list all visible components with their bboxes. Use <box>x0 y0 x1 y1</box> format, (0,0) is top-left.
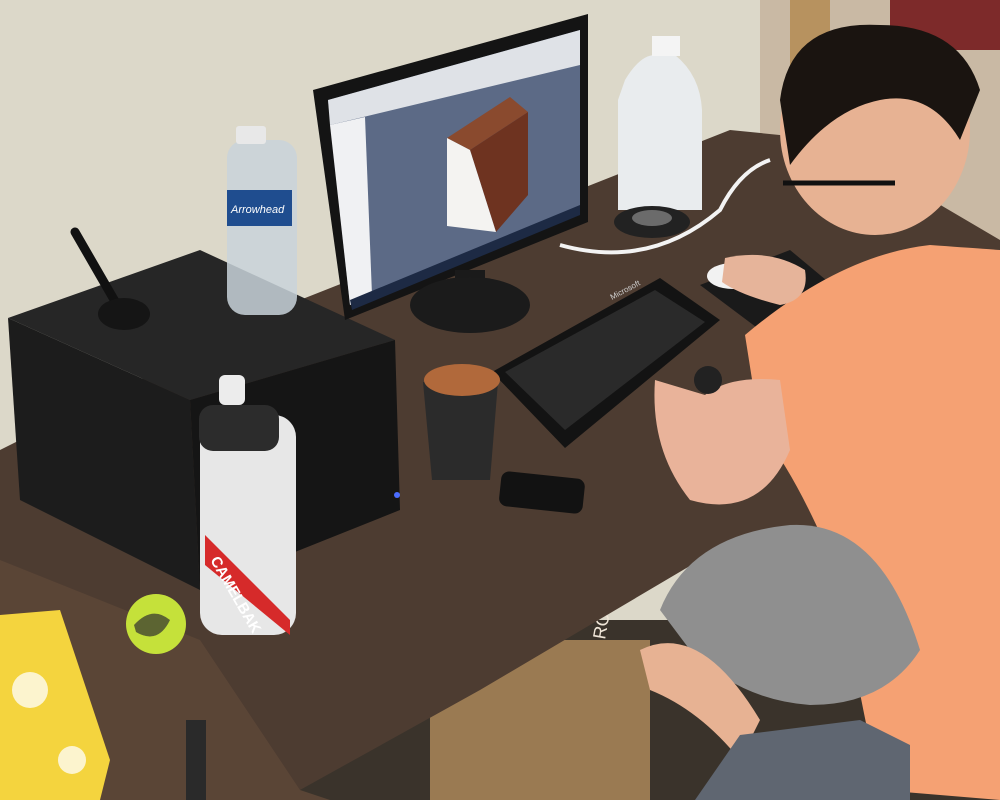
photo-scene: ROM Arrowhead Microsoft CAMELBAK <box>0 0 1000 800</box>
power-led <box>394 492 400 498</box>
jug-cap <box>652 36 680 56</box>
monitor-stand <box>410 277 530 333</box>
camelbak-cap <box>199 405 279 451</box>
stand-base <box>98 298 150 330</box>
water-bottle-label: Arrowhead <box>230 204 285 216</box>
tissue-box-pattern <box>12 672 48 708</box>
pencil-cup-rim <box>424 364 500 396</box>
camelbak-spout <box>219 375 245 405</box>
water-bottle-cap <box>236 126 266 144</box>
tape-roll-hole <box>632 210 672 226</box>
water-jug <box>618 55 702 210</box>
pencil-cup <box>423 382 498 480</box>
watch <box>694 366 722 394</box>
desk-leg <box>186 720 206 800</box>
tissue-box-pattern-2 <box>58 746 86 774</box>
water-bottle <box>227 140 297 315</box>
